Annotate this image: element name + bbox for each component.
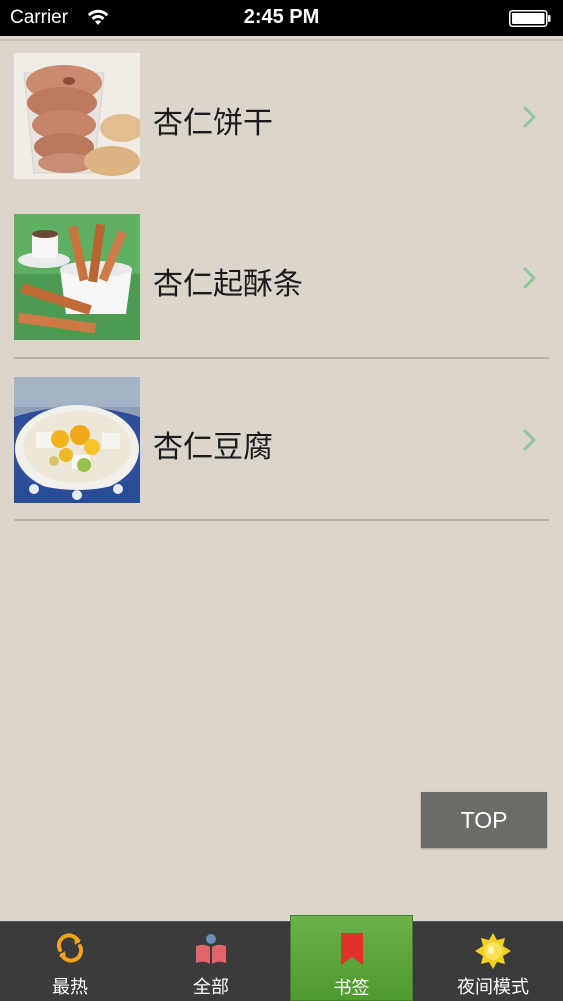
chevron-right-icon[interactable]	[522, 266, 538, 290]
list-divider	[14, 519, 549, 521]
scroll-to-top-button[interactable]: TOP	[421, 792, 547, 848]
tab-label: 书签	[333, 978, 370, 999]
list-divider	[14, 357, 549, 359]
status-time: 2:45 PM	[243, 6, 320, 28]
chevron-right-icon[interactable]	[522, 428, 538, 452]
tab-label: 最热	[52, 977, 88, 998]
book-icon	[196, 934, 226, 964]
almond-cookies-photo	[14, 53, 140, 179]
bookmark-icon	[341, 933, 363, 965]
tab-all[interactable]: 全部	[141, 922, 281, 1001]
tab-bookmarks[interactable]: 书签	[290, 915, 413, 1001]
tab-bar: 最热 全部 书签 夜间模式	[0, 915, 563, 1001]
battery-full-icon	[509, 10, 551, 27]
list-item[interactable]: 杏仁饼干	[0, 41, 563, 201]
list-item[interactable]: 杏仁起酥条	[0, 201, 563, 361]
list-item-title: 杏仁起酥条	[153, 267, 303, 302]
list-item-title: 杏仁饼干	[153, 106, 273, 141]
tab-label: 夜间模式	[457, 977, 529, 998]
tab-hot[interactable]: 最热	[0, 922, 140, 1001]
refresh-icon	[56, 933, 84, 963]
almond-tofu-photo	[14, 377, 140, 503]
tab-night-mode[interactable]: 夜间模式	[423, 922, 563, 1001]
sun-icon	[475, 933, 511, 969]
list-item[interactable]: 杏仁豆腐	[0, 363, 563, 523]
list-item-title: 杏仁豆腐	[153, 430, 273, 465]
chevron-right-icon[interactable]	[522, 105, 538, 129]
almond-pastry-sticks-photo	[14, 214, 140, 340]
status-bar: Carrier 2:45 PM	[0, 0, 563, 36]
tab-label: 全部	[193, 977, 229, 998]
